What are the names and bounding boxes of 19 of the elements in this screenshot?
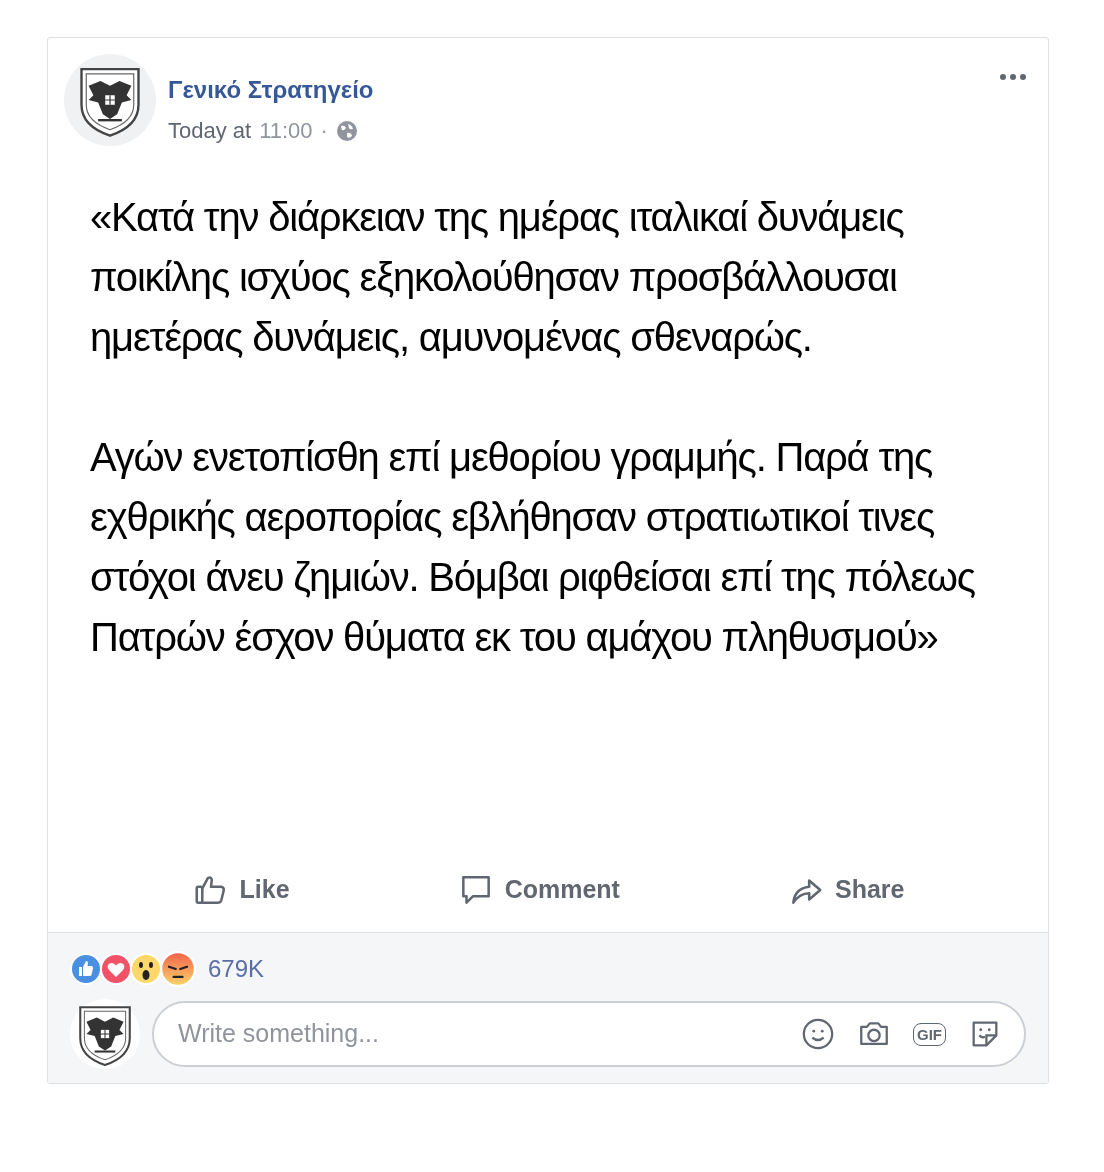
heart-reaction-icon <box>100 953 132 985</box>
reaction-count[interactable]: 679K <box>208 951 265 987</box>
emoji-icon[interactable] <box>801 1017 835 1051</box>
post-paragraph: «Κατά την διάρκειαν της ημέρας ιταλικαί δυνάμεις ποικίλης ισχύος εξηκολούθησαν προσβάλλουσαι ημετέρας δυνάμεις, αμυνομένας σθεναρώς. <box>90 194 905 361</box>
gif-button[interactable]: GIF <box>913 1022 946 1046</box>
like-button[interactable]: Like <box>183 866 298 913</box>
page-name-link[interactable]: Γενικό Στρατηγείο <box>168 72 374 108</box>
comment-button[interactable]: Comment <box>448 866 628 913</box>
like-reaction-icon <box>70 953 102 985</box>
globe-icon <box>335 119 358 142</box>
timestamp-prefix: Today at <box>168 117 252 145</box>
comment-input-field[interactable]: Write something... GIF <box>152 1001 1026 1067</box>
share-button[interactable]: Share <box>779 866 913 913</box>
more-options-icon[interactable] <box>998 72 1028 82</box>
separator-dot: · <box>320 117 328 145</box>
timestamp[interactable]: 11:00 <box>259 114 313 147</box>
post-paragraph: Αγών ενετοπίσθη επί μεθορίου γραμμής. Παρά της εχθρικής αεροπορίας εβλήθησαν στρατιωτικοί τινες στόχοι άνευ ζημιών. Βόμβαι ριφθείσαι επί της πόλεως Πατρών έσχον θύματα εκ του αμάχου πληθυσμού» <box>90 434 976 661</box>
angry-face-icon <box>160 951 196 987</box>
surprised-face-icon <box>130 953 162 985</box>
